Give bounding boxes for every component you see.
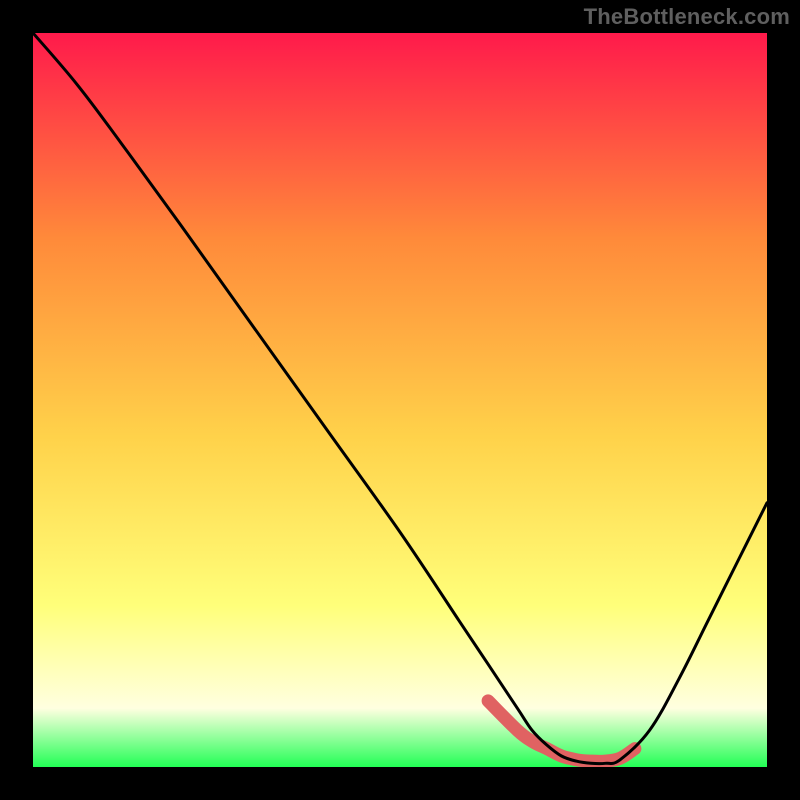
watermark-label: TheBottleneck.com: [584, 4, 790, 30]
chart-svg: [33, 33, 767, 767]
plot-area: [33, 33, 767, 767]
chart-frame: TheBottleneck.com: [0, 0, 800, 800]
gradient-background: [33, 33, 767, 767]
